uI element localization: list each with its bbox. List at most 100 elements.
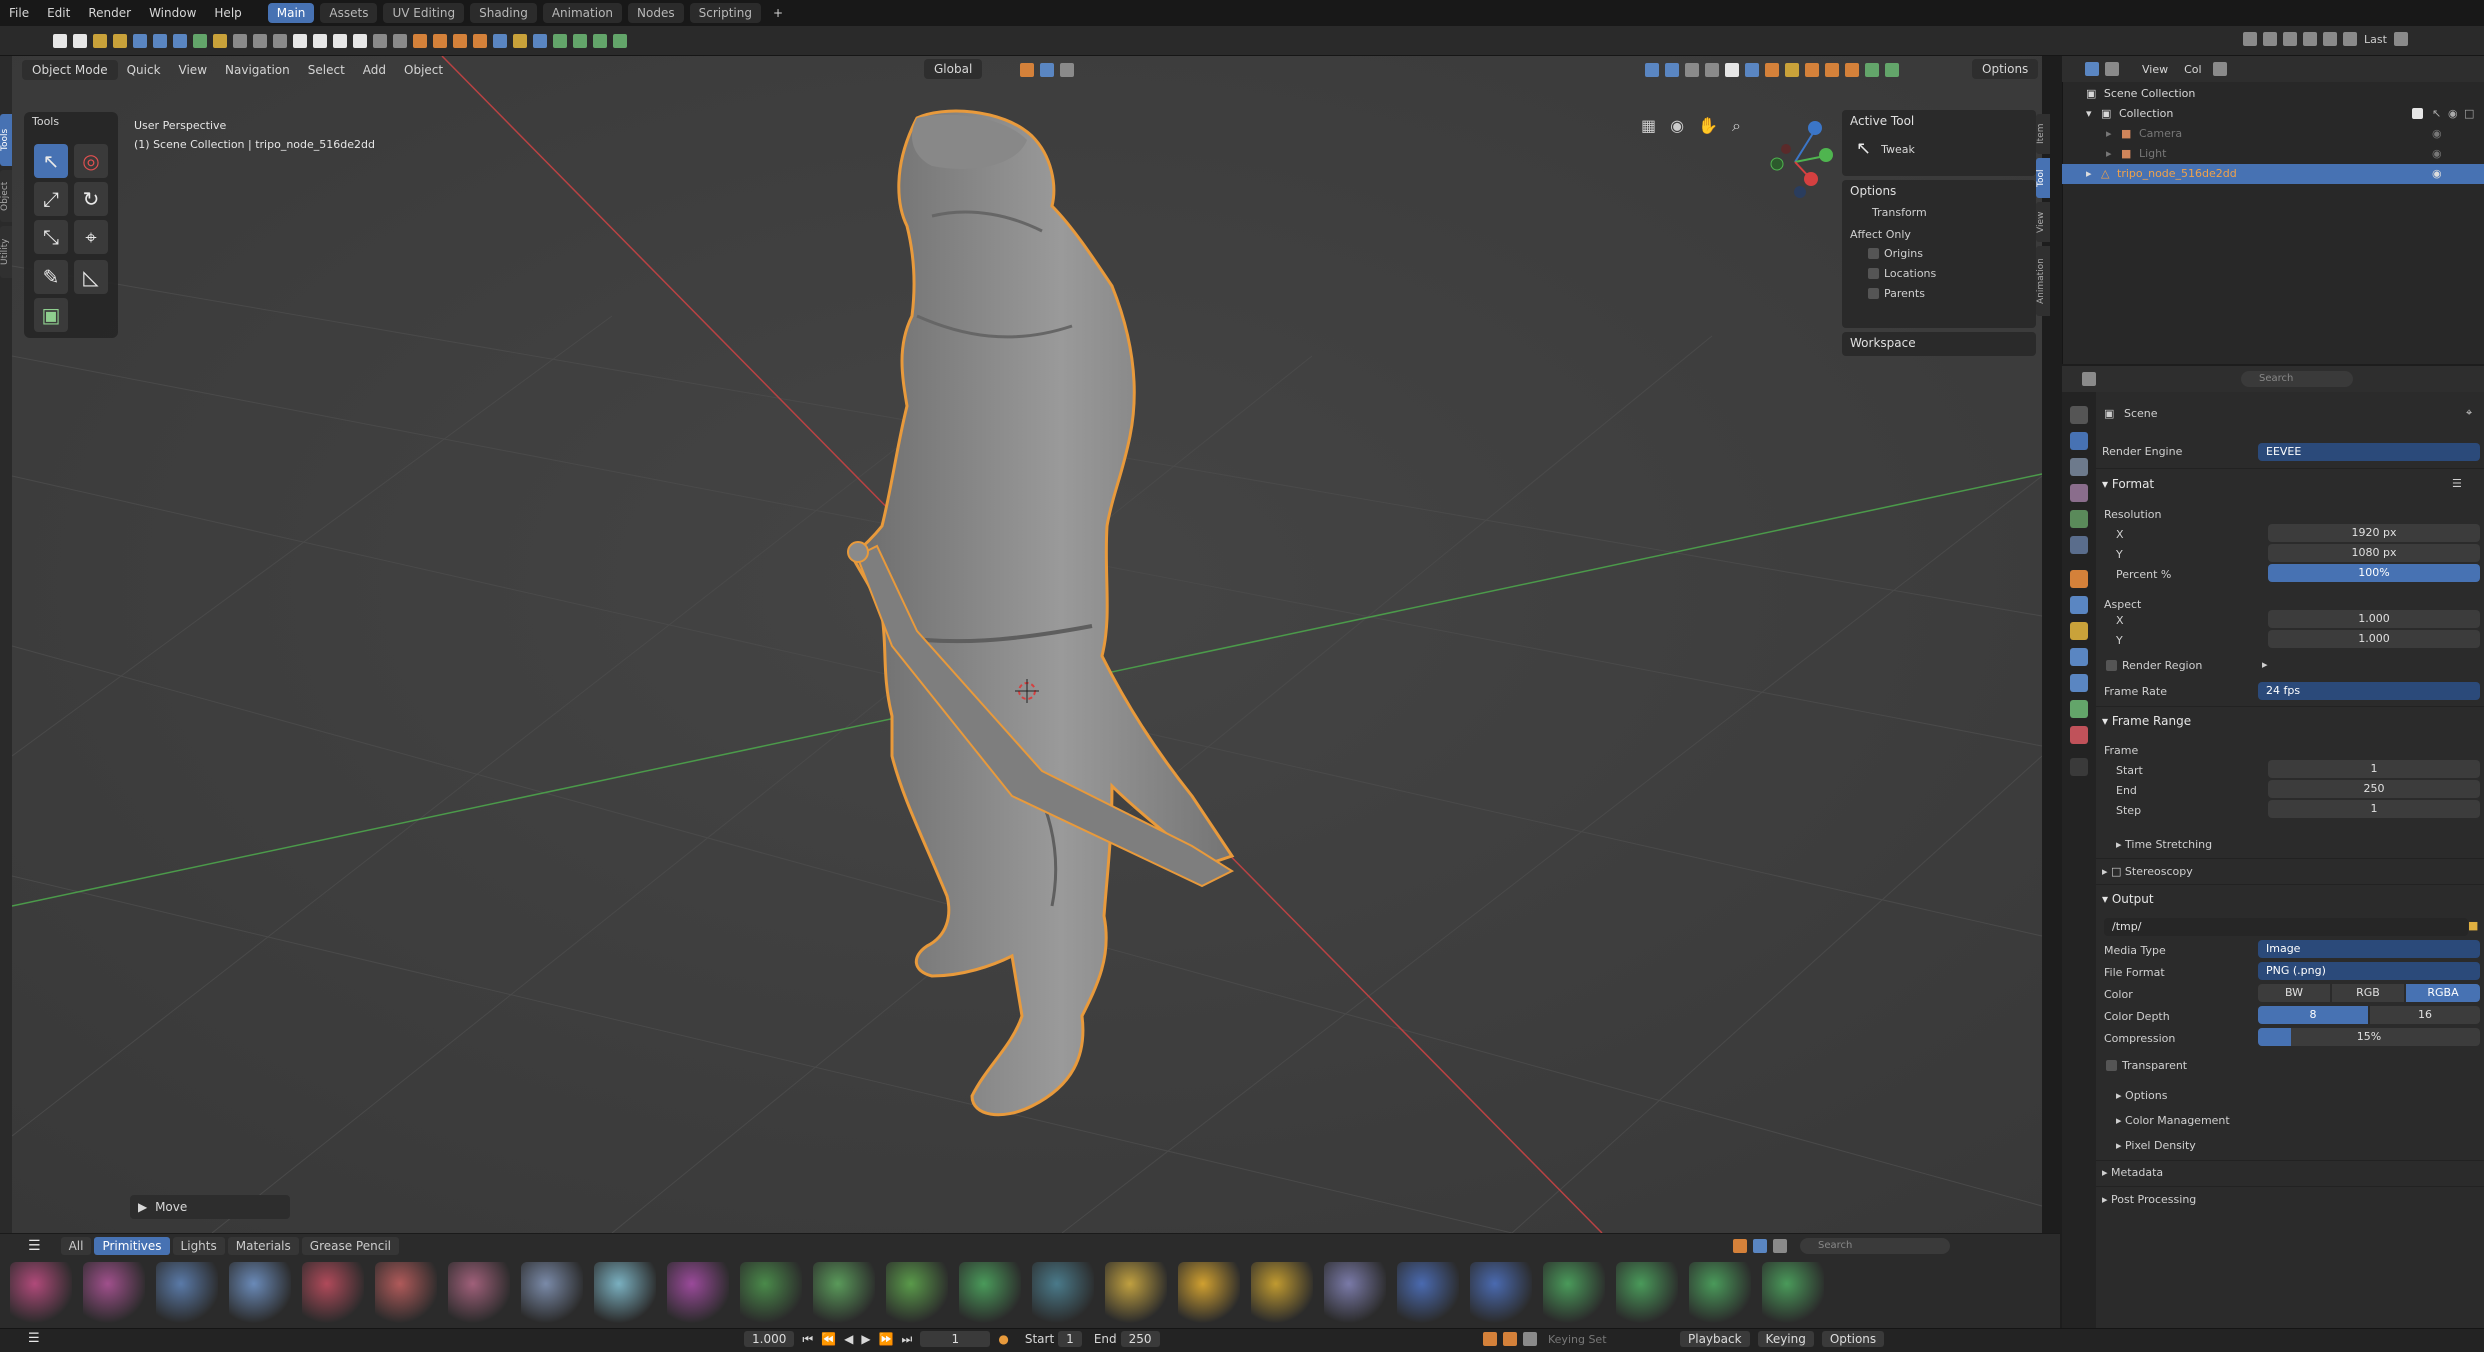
constraints-tab-icon[interactable] <box>2070 674 2088 692</box>
save-as-icon[interactable] <box>153 33 167 48</box>
menu-add[interactable]: Add <box>354 63 395 77</box>
primitive-asset-thumbnail[interactable] <box>83 1262 145 1324</box>
compression-slider[interactable]: 15% <box>2258 1028 2480 1046</box>
jump-start-icon[interactable]: ⏮ <box>802 1332 813 1347</box>
light-icon[interactable] <box>513 33 527 48</box>
view-layer-icon[interactable] <box>2283 32 2297 46</box>
data-tab-icon[interactable] <box>2070 700 2088 718</box>
asset-search-input[interactable]: Search <box>1800 1238 1950 1254</box>
primitive-asset-thumbnail[interactable] <box>1689 1262 1751 1324</box>
xray-icon[interactable] <box>1705 63 1719 77</box>
primitive-asset-thumbnail[interactable] <box>813 1262 875 1324</box>
primitive-asset-thumbnail[interactable] <box>448 1262 510 1324</box>
pixel-density-header[interactable]: ▸ Pixel Density <box>2116 1139 2196 1152</box>
render-engine-dropdown[interactable]: EEVEE <box>2258 443 2480 461</box>
window-icon[interactable] <box>2303 32 2317 46</box>
asset-tab-primitives[interactable]: Primitives <box>94 1237 170 1255</box>
asset-tab-all[interactable]: All <box>60 1237 92 1255</box>
color-rgb-option[interactable]: RGB <box>2332 984 2404 1002</box>
primitive-asset-thumbnail[interactable] <box>521 1262 583 1324</box>
time-stretching-header[interactable]: ▸ Time Stretching <box>2116 838 2212 851</box>
primitive-asset-thumbnail[interactable] <box>740 1262 802 1324</box>
tweak-tool-button[interactable]: ↖ <box>34 144 68 178</box>
media-type-dropdown[interactable]: Image <box>2258 940 2480 958</box>
workspace-tab-assets[interactable]: Assets <box>320 3 378 23</box>
output-section-header[interactable]: ▾ Output <box>2102 892 2154 906</box>
frame-start-field[interactable]: 1 <box>2268 760 2480 778</box>
move-tool-button[interactable]: ⤢ <box>34 182 68 216</box>
cursor-tool-button[interactable]: ◎ <box>74 144 108 178</box>
tab-view[interactable]: View <box>2036 202 2050 242</box>
record-icon[interactable]: ● <box>998 1332 1008 1346</box>
primitive-asset-thumbnail[interactable] <box>1105 1262 1167 1324</box>
add-workspace-button[interactable]: + <box>764 0 792 26</box>
mode-selector[interactable]: Object Mode <box>22 60 118 80</box>
tool-tab-icon[interactable] <box>2070 406 2088 424</box>
world-tab-icon[interactable] <box>2070 536 2088 554</box>
display-mode-icon[interactable] <box>2105 62 2119 76</box>
options-subpanel-header[interactable]: ▸ Options <box>2116 1089 2167 1102</box>
eye-icon[interactable]: ◉ <box>2448 104 2458 124</box>
shading-wire-icon[interactable] <box>293 33 307 48</box>
properties-search-input[interactable]: Search <box>2241 371 2353 387</box>
primitive-asset-thumbnail[interactable] <box>229 1262 291 1324</box>
file-format-dropdown[interactable]: PNG (.png) <box>2258 962 2480 980</box>
current-frame-field[interactable]: 1 <box>920 1331 991 1347</box>
aspect-y-field[interactable]: 1.000 <box>2268 630 2480 648</box>
tab-animation[interactable]: Animation <box>2036 246 2050 316</box>
menu-select[interactable]: Select <box>299 63 354 77</box>
resolution-percent-field[interactable]: 100% <box>2268 564 2480 582</box>
color-depth-16-option[interactable]: 16 <box>2370 1006 2480 1024</box>
primitive-asset-thumbnail[interactable] <box>594 1262 656 1324</box>
gizmo-toggle-icon[interactable] <box>1665 63 1679 77</box>
transparent-checkbox[interactable] <box>2106 1060 2117 1071</box>
start-frame-field[interactable]: 1 <box>1058 1331 1082 1347</box>
asset-tab-lights[interactable]: Lights <box>172 1237 225 1255</box>
overlay-icon[interactable] <box>393 33 407 48</box>
end-frame-field[interactable]: 250 <box>1120 1331 1160 1347</box>
proportional-edit-icon[interactable] <box>1060 63 1074 77</box>
settings-icon[interactable] <box>2343 32 2357 46</box>
view-layer-tab-icon[interactable] <box>2070 484 2088 502</box>
append-icon[interactable] <box>253 33 267 48</box>
tab-utility[interactable]: Utility <box>0 226 12 278</box>
expand-icon[interactable] <box>613 33 627 48</box>
menu-object[interactable]: Object <box>395 63 452 77</box>
outliner-menu-view[interactable]: View <box>2142 63 2168 76</box>
add-cube-tool-button[interactable]: ▣ <box>34 298 68 332</box>
output-tab-icon[interactable] <box>2070 458 2088 476</box>
scene-tab-icon[interactable] <box>2070 510 2088 528</box>
menu-quick[interactable]: Quick <box>118 63 170 77</box>
particles-tab-icon[interactable] <box>2070 622 2088 640</box>
material-shading-icon[interactable] <box>1765 63 1779 77</box>
refresh-icon[interactable] <box>553 33 567 48</box>
tab-object[interactable]: Object <box>0 170 12 222</box>
post-processing-header[interactable]: ▸ Post Processing <box>2102 1193 2196 1206</box>
primitive-asset-thumbnail[interactable] <box>302 1262 364 1324</box>
asset-display-icon[interactable] <box>1773 1239 1787 1253</box>
workspace-tab-main[interactable]: Main <box>267 3 315 23</box>
origins-checkbox[interactable] <box>1868 248 1879 259</box>
primitive-asset-thumbnail[interactable] <box>1616 1262 1678 1324</box>
visibility-icon[interactable] <box>1645 63 1659 77</box>
hamburger-menu-icon[interactable]: ☰ <box>28 1239 41 1253</box>
tab-item[interactable]: Item <box>2036 114 2050 154</box>
save-icon[interactable] <box>133 33 147 48</box>
scale-tool-button[interactable]: ⤡ <box>34 220 68 254</box>
primitive-asset-thumbnail[interactable] <box>1032 1262 1094 1324</box>
next-key-icon[interactable]: ⏩ <box>879 1332 894 1346</box>
keyframe-insert-icon[interactable] <box>1483 1332 1497 1346</box>
nodes-icon[interactable] <box>593 33 607 48</box>
playback-menu[interactable]: Playback <box>1680 1331 1750 1347</box>
outliner-row-light[interactable]: ▸ ■ Light ◉ <box>2062 144 2484 164</box>
outliner-menu-col[interactable]: Col <box>2184 63 2201 76</box>
frame-range-section-header[interactable]: ▾ Frame Range <box>2102 714 2191 728</box>
outliner-editor-icon[interactable] <box>2085 62 2099 76</box>
gpu-icon-2[interactable] <box>1825 63 1839 77</box>
frame-rate-dropdown[interactable]: 24 fps <box>2258 682 2480 700</box>
filter-icon[interactable] <box>2393 32 2408 46</box>
primitive-asset-thumbnail[interactable] <box>375 1262 437 1324</box>
active-tool-name[interactable]: Tweak <box>1881 143 1915 156</box>
render-visibility-icon[interactable]: □ <box>2464 104 2474 124</box>
outliner-row-camera[interactable]: ▸ ■ Camera ◉ <box>2062 124 2484 144</box>
